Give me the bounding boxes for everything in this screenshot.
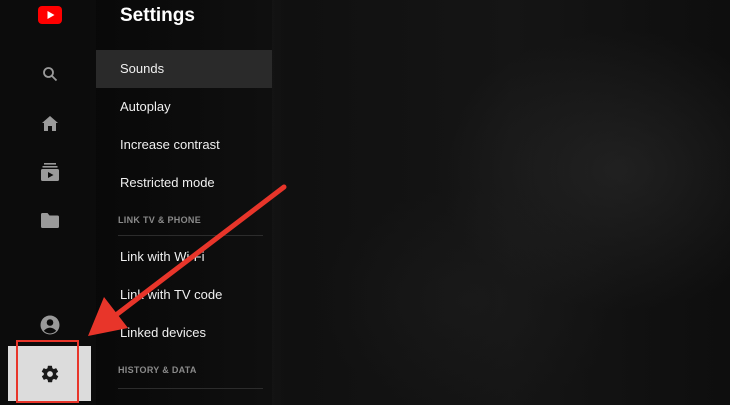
menu-item-linked-devices[interactable]: Linked devices <box>96 314 272 352</box>
youtube-logo[interactable] <box>38 6 62 24</box>
menu-item-link-tv-code[interactable]: Link with TV code <box>96 276 272 314</box>
settings-menu: Sounds Autoplay Increase contrast Restri… <box>96 50 272 388</box>
subscriptions-icon[interactable] <box>39 160 61 182</box>
search-icon[interactable] <box>39 63 61 85</box>
section-divider <box>118 235 263 236</box>
annotation-highlight-box <box>16 340 79 403</box>
section-header-link-tv-phone: LINK TV & PHONE <box>118 215 202 225</box>
menu-item-increase-contrast[interactable]: Increase contrast <box>96 126 272 164</box>
library-icon[interactable] <box>39 209 61 231</box>
menu-item-sounds[interactable]: Sounds <box>96 50 272 88</box>
account-icon[interactable] <box>39 314 61 336</box>
menu-item-link-wifi[interactable]: Link with Wi-Fi <box>96 238 272 276</box>
menu-item-restricted-mode[interactable]: Restricted mode <box>96 164 272 202</box>
section-header-history-data: HISTORY & DATA <box>118 365 197 375</box>
menu-item-autoplay[interactable]: Autoplay <box>96 88 272 126</box>
section-divider <box>118 388 263 389</box>
page-title: Settings <box>120 5 195 26</box>
home-icon[interactable] <box>39 112 61 134</box>
panel-edge-shade <box>272 0 286 405</box>
